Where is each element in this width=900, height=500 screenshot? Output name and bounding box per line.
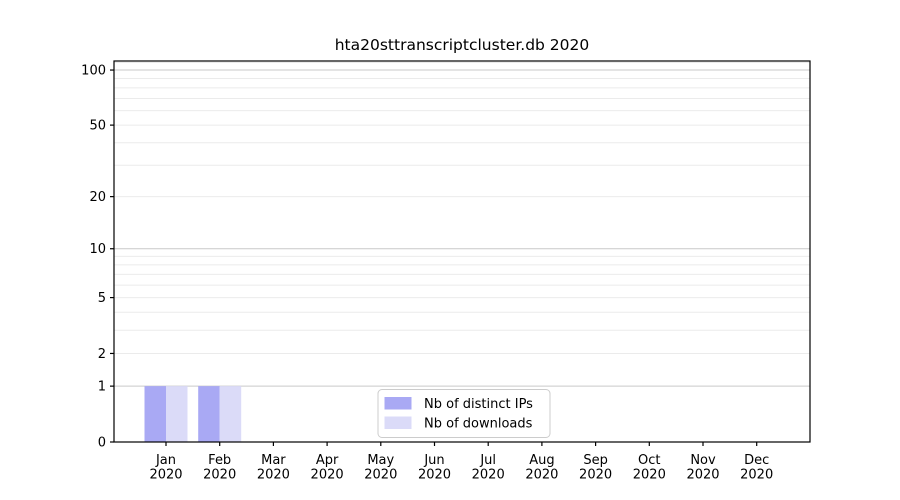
x-tick-label-month: Apr xyxy=(316,453,339,468)
bar-distinct-ips-jan xyxy=(145,386,167,442)
grid-layer xyxy=(114,62,810,386)
y-tick-label: 20 xyxy=(89,190,106,205)
y-tick-label: 2 xyxy=(98,347,106,362)
x-tick-label-month: Dec xyxy=(744,453,769,468)
chart-title: hta20sttranscriptcluster.db 2020 xyxy=(335,36,590,54)
x-tick-label-month: May xyxy=(367,453,394,468)
x-tick-label-month: Jan xyxy=(155,453,176,468)
y-tick-label: 0 xyxy=(98,436,106,451)
x-tick-label-month: Mar xyxy=(261,453,286,468)
bar-downloads-jan xyxy=(166,386,188,442)
x-tick-label-year: 2020 xyxy=(740,468,773,483)
bar-distinct-ips-feb xyxy=(198,386,220,442)
x-tick-label-year: 2020 xyxy=(311,468,344,483)
x-tick-label-year: 2020 xyxy=(686,468,719,483)
x-tick-label-year: 2020 xyxy=(525,468,558,483)
x-tick-label-year: 2020 xyxy=(364,468,397,483)
y-tick-label: 5 xyxy=(98,291,106,306)
y-tick-label: 1 xyxy=(98,380,106,395)
x-tick-label-year: 2020 xyxy=(257,468,290,483)
plot-frame xyxy=(114,61,810,442)
x-tick-label-month: Oct xyxy=(638,453,660,468)
legend-swatch xyxy=(385,417,412,430)
x-tick-label-month: Sep xyxy=(583,453,608,468)
y-tick-label: 10 xyxy=(89,242,106,257)
x-tick-label-month: Jul xyxy=(479,453,496,468)
bar-chart: Jan2020Feb2020Mar2020Apr2020May2020Jun20… xyxy=(0,0,900,500)
y-tick-label: 50 xyxy=(89,119,106,134)
x-tick-label-year: 2020 xyxy=(203,468,236,483)
legend-label: Nb of distinct IPs xyxy=(424,397,533,412)
x-tick-label-year: 2020 xyxy=(418,468,451,483)
x-tick-labels: Jan2020Feb2020Mar2020Apr2020May2020Jun20… xyxy=(149,453,773,483)
x-tick-label-month: Jun xyxy=(423,453,444,468)
bar-downloads-feb xyxy=(220,386,242,442)
x-tick-label-month: Aug xyxy=(529,453,554,468)
bars-layer xyxy=(145,386,242,442)
legend-box: Nb of distinct IPs Nb of downloads xyxy=(378,390,550,438)
x-tick-label-year: 2020 xyxy=(633,468,666,483)
x-tick-label-year: 2020 xyxy=(579,468,612,483)
figure-canvas: Jan2020Feb2020Mar2020Apr2020May2020Jun20… xyxy=(0,0,900,500)
x-tick-label-month: Feb xyxy=(208,453,231,468)
legend-swatch xyxy=(385,397,412,410)
y-tick-label: 100 xyxy=(81,64,106,79)
legend-label: Nb of downloads xyxy=(424,417,533,432)
x-tick-label-month: Nov xyxy=(690,453,716,468)
x-tick-label-year: 2020 xyxy=(472,468,505,483)
x-tick-label-year: 2020 xyxy=(149,468,182,483)
y-tick-labels: 0 1 2 5 10 20 50 100 xyxy=(81,64,106,451)
